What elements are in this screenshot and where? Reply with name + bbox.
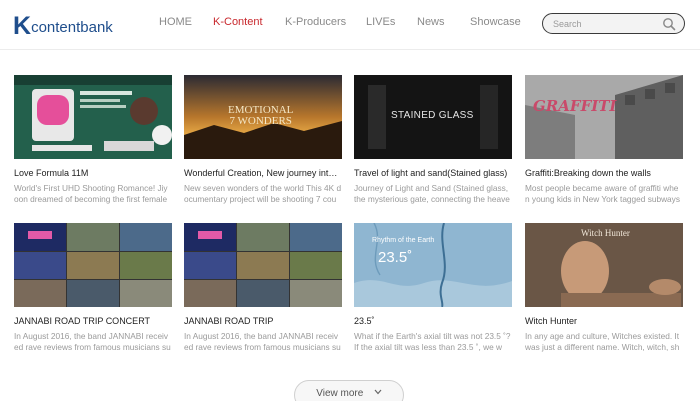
- search-box: [542, 13, 685, 34]
- view-more-button[interactable]: View more: [294, 380, 404, 401]
- view-more-label: View more: [316, 388, 364, 399]
- search-input[interactable]: [553, 16, 658, 31]
- thumb-title-text: GRAFFITI: [533, 97, 617, 115]
- thumb-caption-text: Rhythm of the Earth: [372, 237, 435, 244]
- logo-k: K: [13, 12, 31, 40]
- thumb-title-text: Witch Hunter: [581, 228, 630, 238]
- thumb-big-text: 23.5˚: [378, 249, 413, 266]
- card-thumbnail[interactable]: [14, 223, 172, 307]
- content-card-graffiti[interactable]: GRAFFITI Graffiti:Breaking down the wall…: [525, 75, 683, 205]
- card-description: New seven wonders of the world This 4K d…: [184, 183, 342, 204]
- card-title[interactable]: Travel of light and sand(Stained glass): [354, 167, 512, 179]
- nav-home[interactable]: HOME: [159, 16, 192, 28]
- nav-k-producers[interactable]: K-Producers: [285, 16, 346, 28]
- card-thumbnail[interactable]: Rhythm of the Earth 23.5˚: [354, 223, 512, 307]
- nav-k-content[interactable]: K-Content: [213, 16, 263, 28]
- nav-lives[interactable]: LIVEs: [366, 16, 395, 28]
- thumb-title-text: EMOTIONAL 7 WONDERS: [228, 104, 294, 127]
- logo-text: contentbank: [31, 19, 113, 36]
- card-title[interactable]: Love Formula 11M: [14, 167, 172, 179]
- content-card-jannabi-concert[interactable]: JANNABI ROAD TRIP CONCERT In August 2016…: [14, 223, 172, 353]
- content-card-23-5[interactable]: Rhythm of the Earth 23.5˚ 23.5˚ What if …: [354, 223, 512, 353]
- card-thumbnail[interactable]: Witch Hunter: [525, 223, 683, 307]
- card-thumbnail[interactable]: STAINED GLASS: [354, 75, 512, 159]
- content-card-wonderful-creation[interactable]: EMOTIONAL 7 WONDERS Wonderful Creation, …: [184, 75, 342, 205]
- card-thumbnail[interactable]: EMOTIONAL 7 WONDERS: [184, 75, 342, 159]
- content-card-jannabi-road-trip[interactable]: JANNABI ROAD TRIP In August 2016, the ba…: [184, 223, 342, 353]
- card-description: Journey of Light and Sand (Stained glass…: [354, 183, 510, 204]
- card-description: Most people became aware of graffiti whe…: [525, 183, 680, 204]
- card-thumbnail[interactable]: [14, 75, 172, 159]
- content-card-stained-glass[interactable]: STAINED GLASS Travel of light and sand(S…: [354, 75, 512, 205]
- nav-showcase[interactable]: Showcase: [470, 16, 521, 28]
- card-thumbnail[interactable]: [184, 223, 342, 307]
- thumb-title-text: STAINED GLASS: [391, 110, 474, 121]
- card-title[interactable]: JANNABI ROAD TRIP: [184, 315, 342, 327]
- card-title[interactable]: Witch Hunter: [525, 315, 683, 327]
- chevron-down-icon: [374, 389, 382, 395]
- nav-news[interactable]: News: [417, 16, 445, 28]
- card-title[interactable]: Wonderful Creation, New journey into th.…: [184, 167, 342, 179]
- content-card-witch-hunter[interactable]: Witch Hunter Witch Hunter In any age and…: [525, 223, 683, 353]
- card-description: In any age and culture, Witches existed.…: [525, 331, 680, 352]
- kcontentbank-logo[interactable]: K contentbank: [13, 12, 113, 40]
- card-description: In August 2016, the band JANNABI receive…: [14, 331, 171, 352]
- card-description: World's First UHD Shooting Romance! Jiyo…: [14, 183, 168, 204]
- card-title[interactable]: 23.5˚: [354, 315, 512, 327]
- card-description: In August 2016, the band JANNABI receive…: [184, 331, 341, 352]
- search-icon[interactable]: [662, 17, 676, 31]
- card-description: What if the Earth's axial tilt was not 2…: [354, 331, 511, 352]
- card-title[interactable]: Graffiti:Breaking down the walls: [525, 167, 683, 179]
- content-card-love-formula[interactable]: Love Formula 11M World's First UHD Shoot…: [14, 75, 172, 205]
- card-title[interactable]: JANNABI ROAD TRIP CONCERT: [14, 315, 172, 327]
- header: K contentbank HOME K-Content K-Producers…: [0, 0, 700, 50]
- card-thumbnail[interactable]: GRAFFITI: [525, 75, 683, 159]
